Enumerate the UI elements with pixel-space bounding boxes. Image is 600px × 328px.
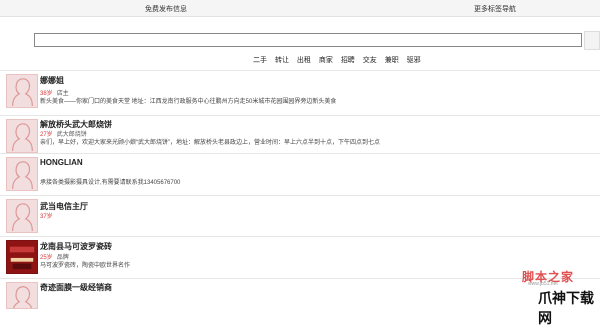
- female-silhouette-icon: [12, 123, 33, 152]
- female-silhouette-icon: [12, 78, 33, 107]
- item-age: 37岁: [40, 214, 53, 220]
- item-description: 新头美食——你家门口的美食天堂 地址：江西龙南行政服务中心往鹏州方向走50米城市…: [40, 99, 337, 105]
- avatar[interactable]: [6, 199, 38, 233]
- watermark-download-site: 爪神下载网: [538, 290, 594, 326]
- item-description: 承接各类摄影摄具设计,有需要请联系我13405676700: [40, 180, 181, 186]
- row-divider: [0, 195, 600, 196]
- avatar[interactable]: [6, 240, 38, 274]
- section-divider: [0, 70, 600, 71]
- female-silhouette-icon: [12, 161, 33, 190]
- row-divider: [0, 115, 600, 116]
- item-title[interactable]: 奇迹面膜一级经销商: [40, 282, 112, 293]
- category-exorcism[interactable]: 驱邪: [407, 57, 421, 64]
- search-button[interactable]: [584, 31, 600, 50]
- item-meta: 37岁: [40, 211, 57, 220]
- category-rent[interactable]: 出租: [297, 57, 311, 64]
- category-merchant[interactable]: 商家: [319, 57, 333, 64]
- category-transfer[interactable]: 转让: [275, 57, 289, 64]
- category-recruit[interactable]: 招聘: [341, 57, 355, 64]
- watermark-jb51-url: www.jb51.net: [528, 281, 558, 287]
- top-navigation-bar: 免费发布信息 更多标签导航: [0, 0, 600, 17]
- category-dating[interactable]: 交友: [363, 57, 377, 64]
- item-title[interactable]: HONGLIAN: [40, 158, 83, 167]
- avatar[interactable]: [6, 282, 38, 309]
- avatar[interactable]: [6, 74, 38, 108]
- category-nav: 二手 转让 出租 商家 招聘 交友 兼职 驱邪: [253, 55, 427, 65]
- item-description: 亲们，早上好，欢迎大家来光顾小娘“武大郎烧饼”，地址：解放桥头老县政边上，营业时…: [40, 140, 380, 146]
- category-parttime[interactable]: 兼职: [385, 57, 399, 64]
- more-tags-link[interactable]: 更多标签导航: [474, 4, 516, 14]
- avatar[interactable]: [6, 119, 38, 153]
- row-divider: [0, 278, 600, 279]
- item-title[interactable]: 娜娜姐: [40, 75, 64, 86]
- shop-photo-icon: [7, 241, 37, 273]
- search-input[interactable]: [34, 33, 582, 47]
- row-divider: [0, 153, 600, 154]
- avatar[interactable]: [6, 157, 38, 191]
- female-silhouette-icon: [12, 203, 33, 232]
- category-secondhand[interactable]: 二手: [253, 57, 267, 64]
- item-description: 马可波罗瓷砖，陶瓷中欧世界名作: [40, 263, 131, 269]
- female-silhouette-icon: [12, 286, 33, 308]
- post-free-info-link[interactable]: 免费发布信息: [145, 4, 187, 14]
- row-divider: [0, 236, 600, 237]
- item-title[interactable]: 龙南县马可波罗瓷砖: [40, 241, 112, 252]
